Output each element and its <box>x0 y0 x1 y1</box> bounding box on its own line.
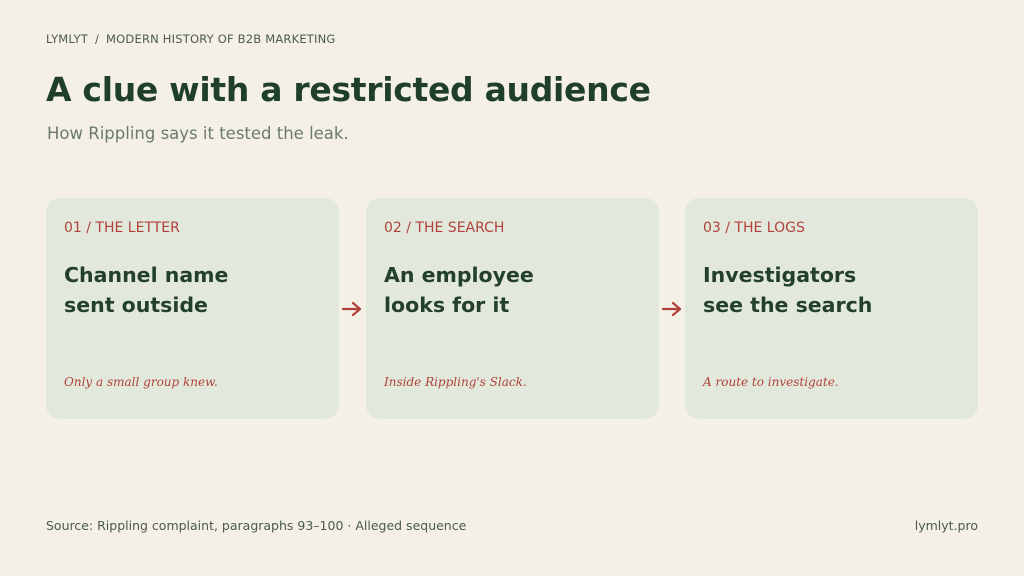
step-label: 03 / THE LOGS <box>703 220 805 236</box>
arrow-right-icon <box>661 301 682 317</box>
breadcrumb: LYMLYT / MODERN HISTORY OF B2B MARKETING <box>46 32 336 46</box>
step-heading-line: Investigators <box>703 263 857 287</box>
step-card-letter: 01 / THE LETTER Channel name sent outsid… <box>46 198 339 419</box>
step-heading: An employee looks for it <box>384 260 644 320</box>
step-heading: Channel name sent outside <box>64 260 324 320</box>
step-label: 02 / THE SEARCH <box>384 220 505 236</box>
step-heading-line: Channel name <box>64 263 229 287</box>
site-link[interactable]: lymlyt.pro <box>915 518 978 533</box>
step-heading-line: sent outside <box>64 293 208 317</box>
step-note: A route to investigate. <box>703 375 839 389</box>
step-heading-line: see the search <box>703 293 873 317</box>
step-heading: Investigators see the search <box>703 260 963 320</box>
step-note: Only a small group knew. <box>64 375 218 389</box>
step-note: Inside Rippling's Slack. <box>384 375 527 389</box>
source-note: Source: Rippling complaint, paragraphs 9… <box>46 518 467 533</box>
breadcrumb-section: MODERN HISTORY OF B2B MARKETING <box>106 32 336 46</box>
step-card-logs: 03 / THE LOGS Investigators see the sear… <box>685 198 978 419</box>
step-card-search: 02 / THE SEARCH An employee looks for it… <box>366 198 659 419</box>
breadcrumb-brand: LYMLYT <box>46 32 88 46</box>
breadcrumb-separator: / <box>94 32 100 46</box>
step-label: 01 / THE LETTER <box>64 220 180 236</box>
arrow-right-icon <box>341 301 362 317</box>
page-subtitle: How Rippling says it tested the leak. <box>47 124 349 143</box>
step-heading-line: An employee <box>384 263 534 287</box>
step-heading-line: looks for it <box>384 293 510 317</box>
page-title: A clue with a restricted audience <box>46 70 651 109</box>
